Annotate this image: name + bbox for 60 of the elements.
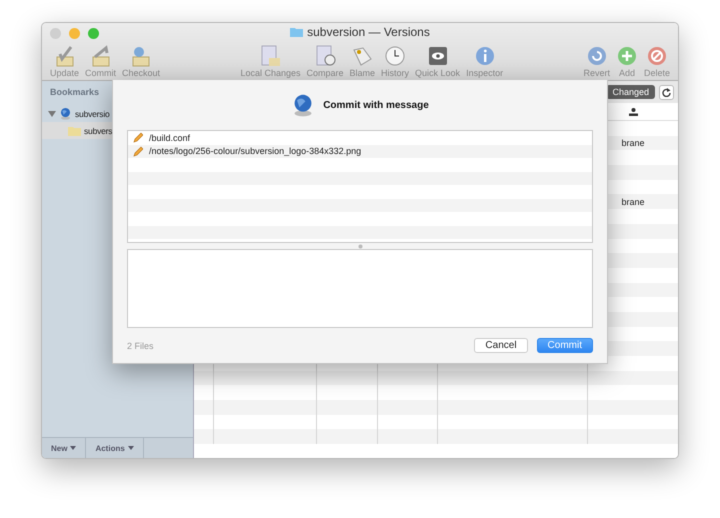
item-label: subvers (84, 126, 112, 136)
minimize-icon[interactable] (69, 28, 80, 38)
window-title: subversion — Versions (307, 25, 430, 39)
menu-button[interactable]: Actions (86, 438, 144, 458)
refresh-icon (662, 88, 671, 96)
pencil-icon (133, 146, 143, 157)
file-row[interactable]: /notes/logo/256-colour/subversion_logo-384x332.png (128, 144, 592, 158)
toolbar-button[interactable]: Inspector (464, 45, 506, 78)
file-path: /build.conf (149, 132, 190, 143)
zoom-icon[interactable] (88, 28, 99, 38)
folder-globe-icon (130, 45, 152, 67)
sidebar-header: Bookmarks (49, 86, 100, 99)
file-path: /notes/logo/256-colour/subversion_logo-384x332.png (149, 146, 362, 156)
cancel-button[interactable]: Cancel (474, 338, 528, 353)
folder-icon (68, 126, 81, 136)
globe-icon (59, 107, 72, 120)
folder-arrow-icon (54, 45, 76, 67)
filter-button[interactable]: Changed (606, 85, 655, 99)
toolbar-button[interactable]: Add (614, 45, 640, 78)
refresh-button[interactable] (659, 84, 674, 100)
person-icon (628, 108, 638, 116)
toolbar-button[interactable]: Compare (304, 45, 346, 78)
table-row[interactable] (194, 400, 678, 415)
splitter-handle[interactable] (358, 244, 362, 248)
toolbar-button[interactable]: Blame (348, 45, 378, 78)
info-icon (474, 45, 496, 67)
table-row[interactable] (194, 429, 678, 444)
toolbar-button[interactable]: Local Changes (238, 45, 302, 78)
pencil-icon (133, 132, 143, 144)
document-folder-icon (259, 45, 282, 67)
file-count: 2 Files (127, 340, 154, 350)
toolbar-button[interactable]: Quick Look (413, 45, 462, 78)
toolbar-button[interactable]: Checkout (120, 45, 162, 78)
menu-button[interactable]: New (42, 438, 86, 458)
toolbar-button[interactable]: Delete (642, 45, 672, 78)
close-icon[interactable] (50, 28, 61, 38)
plus-icon (616, 45, 638, 67)
caret-icon (70, 446, 76, 450)
eye-icon (426, 45, 449, 67)
commit-button[interactable]: Commit (536, 338, 593, 353)
no-entry-icon (646, 45, 668, 67)
table-row[interactable] (194, 370, 678, 386)
table-cell: brane (621, 138, 645, 148)
item-label: subversio (75, 108, 110, 118)
caret-icon (128, 446, 134, 450)
clock-icon (384, 45, 406, 67)
table-cell: brane (621, 196, 645, 207)
disclosure-icon[interactable] (48, 110, 56, 118)
toolbar-button[interactable]: Commit (83, 45, 118, 78)
document-clock-icon (314, 45, 336, 67)
dialog-title: Commit with message (323, 100, 429, 110)
sidebar-item[interactable]: subversio (42, 105, 193, 122)
table-row[interactable] (194, 414, 678, 430)
toolbar-button[interactable]: History (379, 45, 412, 78)
toolbar-button[interactable]: Revert (581, 45, 612, 78)
tag-icon (351, 45, 374, 67)
folder-arrow-icon (90, 45, 112, 67)
folder-icon (290, 27, 304, 37)
toolbar-button[interactable]: Update (48, 45, 82, 78)
message-field[interactable] (127, 249, 593, 328)
